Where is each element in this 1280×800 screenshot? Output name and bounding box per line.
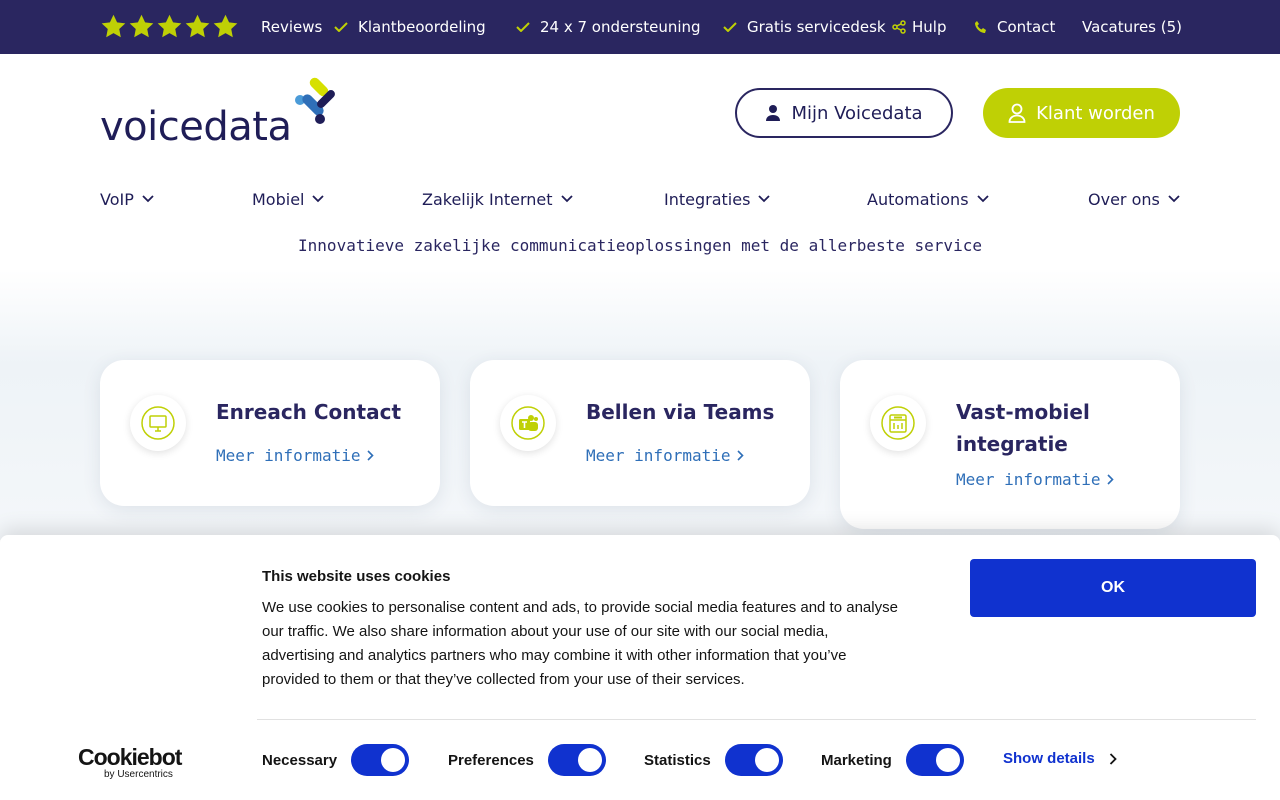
star-icon — [213, 14, 238, 38]
nav-item-mobiel[interactable]: Mobiel — [252, 186, 325, 212]
toggle-label: Necessary — [262, 751, 338, 769]
cookie-text: We use cookies to personalise content an… — [262, 599, 898, 688]
chevron-right-icon — [1106, 474, 1114, 485]
rating-stars[interactable] — [100, 13, 239, 41]
usp-label: 24 x 7 ondersteuning — [540, 18, 701, 36]
marketing-toggle[interactable] — [905, 744, 964, 776]
show-details-label: Show details — [1003, 750, 1095, 767]
check-icon — [334, 22, 348, 32]
card-title: Vast-mobiel integratie — [956, 400, 1090, 456]
nav-label: Automations — [867, 189, 969, 209]
star-icon — [129, 14, 154, 38]
toggle-knob — [577, 748, 602, 772]
usp-label: Gratis servicedesk — [747, 18, 886, 36]
divider — [257, 719, 1256, 720]
toggle-knob — [754, 748, 779, 772]
mijn-voicedata-button[interactable]: Mijn Voicedata — [735, 88, 953, 138]
chevron-right-icon — [1109, 752, 1117, 765]
user-outline-icon — [1008, 103, 1026, 123]
voicedata-logo[interactable]: voicedata — [100, 76, 345, 152]
check-icon — [723, 22, 737, 32]
teams-icon — [500, 395, 556, 451]
chevron-down-icon — [1168, 195, 1180, 203]
nav-item-integraties[interactable]: Integraties — [664, 186, 771, 212]
toggle-label: Statistics — [644, 751, 711, 769]
cookie-banner: This website uses cookies We use cookies… — [0, 535, 1280, 800]
show-details-link[interactable]: Show details — [1003, 750, 1117, 767]
usp-ondersteuning: 24 x 7 ondersteuning — [516, 0, 701, 54]
necessary-toggle[interactable] — [351, 744, 410, 776]
top-bar: Reviews Klantbeoordeling 24 x 7 onderste… — [0, 0, 1280, 54]
hulp-link[interactable]: Hulp — [892, 0, 946, 54]
link-label: Meer informatie — [956, 470, 1101, 489]
mijn-voicedata-label: Mijn Voicedata — [791, 102, 923, 124]
toggle-label: Marketing — [821, 751, 892, 769]
link-label: Meer informatie — [586, 446, 731, 465]
star-icon — [185, 14, 210, 38]
card-bellen-via-teams[interactable]: Bellen via Teams Meer informatie — [470, 360, 810, 506]
nav-item-automations[interactable]: Automations — [867, 186, 989, 212]
nav-item-zakelijk-internet[interactable]: Zakelijk Internet — [422, 186, 573, 212]
nav-label: Mobiel — [252, 189, 305, 209]
chevron-right-icon — [736, 450, 744, 461]
klant-worden-button[interactable]: Klant worden — [983, 88, 1180, 138]
toggle-preferences: Preferences — [448, 744, 606, 776]
nav-label: VoIP — [100, 189, 134, 209]
toggle-marketing: Marketing — [821, 744, 964, 776]
phone-icon — [974, 20, 987, 34]
toggle-label: Preferences — [448, 751, 534, 769]
user-icon — [766, 105, 781, 121]
chevron-down-icon — [142, 195, 154, 203]
chevron-down-icon — [312, 195, 325, 203]
chevron-right-icon — [366, 450, 374, 461]
toggle-knob — [935, 748, 960, 772]
nav-label: Over ons — [1088, 189, 1160, 209]
monitor-icon — [130, 395, 186, 451]
phone-integration-icon — [870, 395, 926, 451]
cookiebot-logo: Cookiebot by Usercentrics — [78, 745, 188, 781]
cookie-ok-button[interactable]: OK — [970, 559, 1256, 617]
star-icon — [157, 14, 182, 38]
nav-label: Integraties — [664, 189, 751, 209]
chevron-down-icon — [976, 195, 989, 203]
star-icon — [101, 14, 126, 38]
card-vast-mobiel-integratie[interactable]: Vast-mobiel integratie Meer informatie — [840, 360, 1180, 529]
chevron-down-icon — [758, 195, 771, 203]
cookiebot-sub: by Usercentrics — [104, 769, 173, 780]
usp-servicedesk: Gratis servicedesk — [723, 0, 886, 54]
card-title: Enreach Contact — [216, 400, 402, 424]
share-icon — [892, 20, 906, 34]
check-icon — [516, 22, 530, 32]
statistics-toggle[interactable] — [724, 744, 783, 776]
card-enreach-contact[interactable]: Enreach Contact Meer informatie — [100, 360, 440, 506]
chevron-down-icon — [560, 195, 573, 203]
hulp-label: Hulp — [912, 18, 947, 36]
nav-item-over-ons[interactable]: Over ons — [1088, 186, 1180, 212]
contact-label: Contact — [997, 18, 1056, 36]
logo-text: voicedata — [100, 104, 292, 150]
toggle-necessary: Necessary — [262, 744, 410, 776]
logo-mark-icon — [295, 77, 335, 124]
contact-link[interactable]: Contact — [974, 0, 1055, 54]
usp-label: Klantbeoordeling — [358, 18, 486, 36]
link-label: Meer informatie — [216, 446, 361, 465]
vacatures-link[interactable]: Vacatures (5) — [1082, 0, 1182, 54]
nav-label: Zakelijk Internet — [422, 189, 553, 209]
klant-worden-label: Klant worden — [1036, 102, 1155, 124]
reviews-link[interactable]: Reviews — [261, 0, 322, 54]
cookie-title: This website uses cookies — [262, 568, 451, 585]
nav-item-voip[interactable]: VoIP — [100, 186, 154, 212]
meer-informatie-link[interactable]: Meer informatie — [956, 470, 1114, 489]
toggle-knob — [381, 748, 406, 772]
cookiebot-brand: Cookiebot — [78, 744, 182, 770]
usp-klantbeoordeling: Klantbeoordeling — [334, 0, 486, 54]
preferences-toggle[interactable] — [547, 744, 606, 776]
meer-informatie-link[interactable]: Meer informatie — [586, 446, 744, 465]
meer-informatie-link[interactable]: Meer informatie — [216, 446, 374, 465]
toggle-statistics: Statistics — [644, 744, 783, 776]
hero-tagline: Innovatieve zakelijke communicatieoploss… — [298, 236, 982, 255]
card-title: Bellen via Teams — [586, 400, 775, 424]
